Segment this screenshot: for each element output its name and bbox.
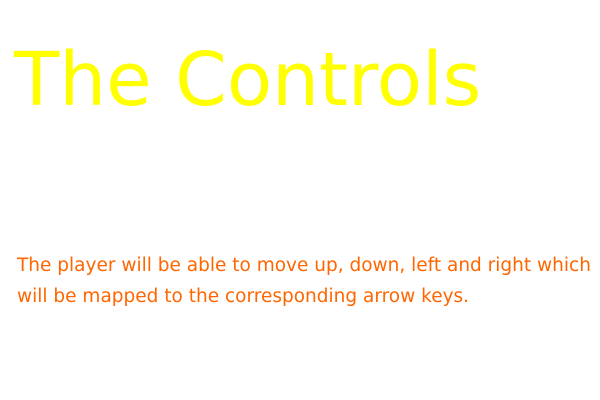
slide: The Controls The player will be able to … [0,0,600,400]
slide-body-text: The player will be able to move up, down… [17,255,591,307]
slide-title: The Controls [14,37,482,123]
